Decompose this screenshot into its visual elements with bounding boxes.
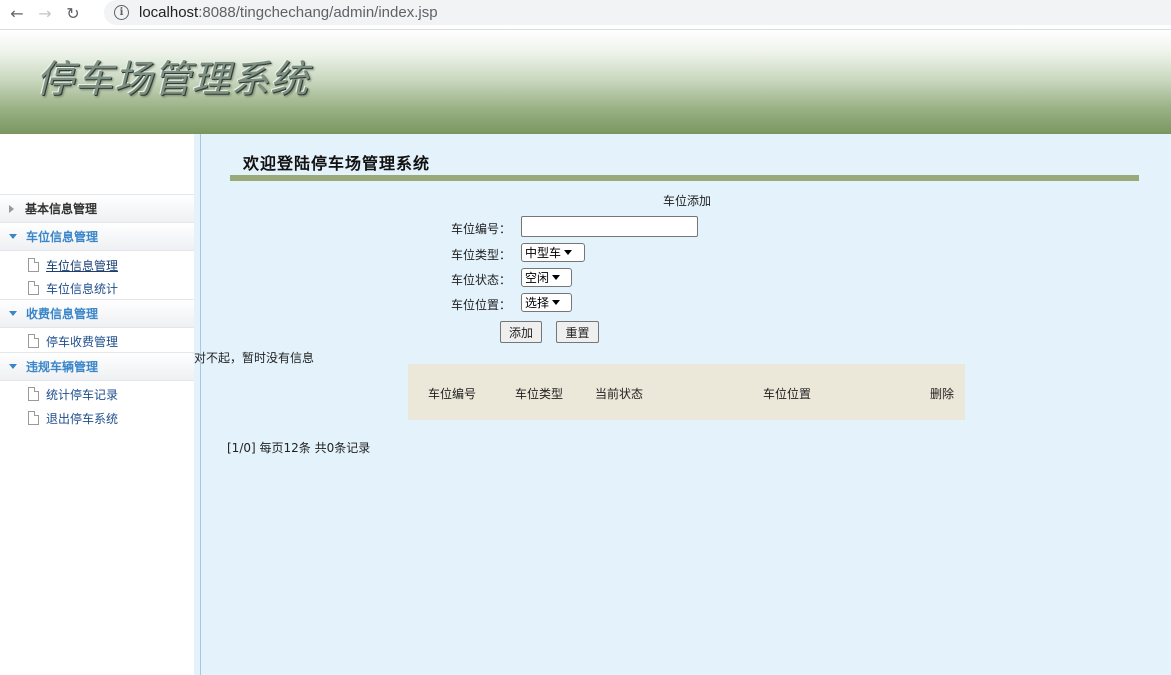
system-title: 停车场管理系统	[36, 57, 310, 101]
column-header-space-number: 车位编号	[428, 387, 477, 401]
page-icon	[28, 258, 39, 272]
column-header-location: 车位位置	[763, 387, 812, 401]
sidebar-item-label[interactable]: 车位信息统计	[46, 280, 118, 297]
menu-group-basic-info[interactable]: 基本信息管理	[0, 194, 194, 223]
sidebar-item-label[interactable]: 统计停车记录	[46, 386, 118, 403]
space-type-value: 中型车	[525, 246, 562, 260]
header-banner: 停车场管理系统	[0, 30, 1171, 134]
space-location-label: 车位位置：	[450, 298, 511, 312]
space-location-value: 选择	[525, 296, 550, 310]
forward-arrow-icon[interactable]: →	[34, 2, 56, 24]
main-content: 欢迎登陆停车场管理系统 车位添加 车位编号： 车位类型： 中型车 车位状态： 空…	[194, 134, 1171, 675]
menu-group-parking-space[interactable]: 车位信息管理	[0, 222, 194, 251]
column-header-delete: 删除	[930, 387, 955, 401]
page-icon	[28, 281, 39, 295]
browser-toolbar: ← → ↻ i localhost:8088/tingchechang/admi…	[0, 0, 1171, 26]
menu-group-label: 违规车辆管理	[26, 360, 99, 374]
sidebar-item-parking-records[interactable]: 统计停车记录	[28, 385, 118, 403]
triangle-right-icon	[9, 204, 14, 213]
page-icon	[28, 387, 39, 401]
chevron-down-icon	[552, 300, 561, 305]
pagination-info: [1/0] 每页12条 共0条记录	[227, 441, 371, 455]
space-number-input[interactable]	[521, 216, 698, 237]
add-button[interactable]: 添加	[500, 321, 542, 343]
menu-group-label: 车位信息管理	[26, 230, 99, 244]
column-header-status: 当前状态	[595, 387, 644, 401]
page-icon	[28, 411, 39, 425]
sidebar-item-label[interactable]: 车位信息管理	[46, 257, 118, 274]
title-underline-bar	[230, 175, 1139, 181]
menu-group-label: 基本信息管理	[25, 202, 98, 216]
reset-button[interactable]: 重置	[556, 321, 599, 343]
content-divider	[200, 134, 201, 675]
page-icon	[28, 334, 39, 348]
column-header-space-type: 车位类型	[515, 387, 564, 401]
menu-group-violation[interactable]: 违规车辆管理	[0, 352, 194, 381]
address-bar[interactable]: i localhost:8088/tingchechang/admin/inde…	[104, 0, 1171, 25]
menu-group-label: 收费信息管理	[26, 307, 99, 321]
chevron-down-icon	[564, 250, 573, 255]
chevron-down-icon	[552, 275, 561, 280]
space-status-label: 车位状态：	[450, 273, 511, 287]
triangle-down-icon	[9, 311, 17, 316]
sidebar-item-space-statistics[interactable]: 车位信息统计	[28, 279, 118, 297]
space-type-label: 车位类型：	[450, 248, 511, 262]
no-data-message: 对不起，暂时没有信息	[194, 351, 315, 365]
url-text: localhost:8088/tingchechang/admin/index.…	[139, 4, 438, 21]
form-title: 车位添加	[663, 194, 712, 208]
reload-icon[interactable]: ↻	[62, 2, 84, 24]
page-title: 欢迎登陆停车场管理系统	[243, 154, 431, 173]
space-status-select[interactable]: 空闲	[521, 268, 572, 287]
triangle-down-icon	[9, 364, 17, 369]
sidebar-item-space-management[interactable]: 车位信息管理	[28, 256, 118, 274]
back-arrow-icon[interactable]: ←	[6, 2, 28, 24]
table-header-row: 车位编号 车位类型 当前状态 车位位置 删除	[408, 364, 965, 420]
space-type-select[interactable]: 中型车	[521, 243, 585, 262]
sidebar-menu: 基本信息管理 车位信息管理 车位信息管理 车位信息统计 收费信息管理 停车收费管…	[0, 134, 194, 675]
space-location-select[interactable]: 选择	[521, 293, 572, 312]
sidebar-item-exit-system[interactable]: 退出停车系统	[28, 409, 118, 427]
space-status-value: 空闲	[525, 271, 550, 285]
sidebar-item-label[interactable]: 停车收费管理	[46, 333, 118, 350]
space-number-label: 车位编号：	[450, 222, 511, 236]
menu-group-fee[interactable]: 收费信息管理	[0, 299, 194, 328]
info-icon[interactable]: i	[114, 5, 129, 20]
sidebar-item-label[interactable]: 退出停车系统	[46, 410, 118, 427]
triangle-down-icon	[9, 234, 17, 239]
sidebar-item-fee-management[interactable]: 停车收费管理	[28, 332, 118, 350]
